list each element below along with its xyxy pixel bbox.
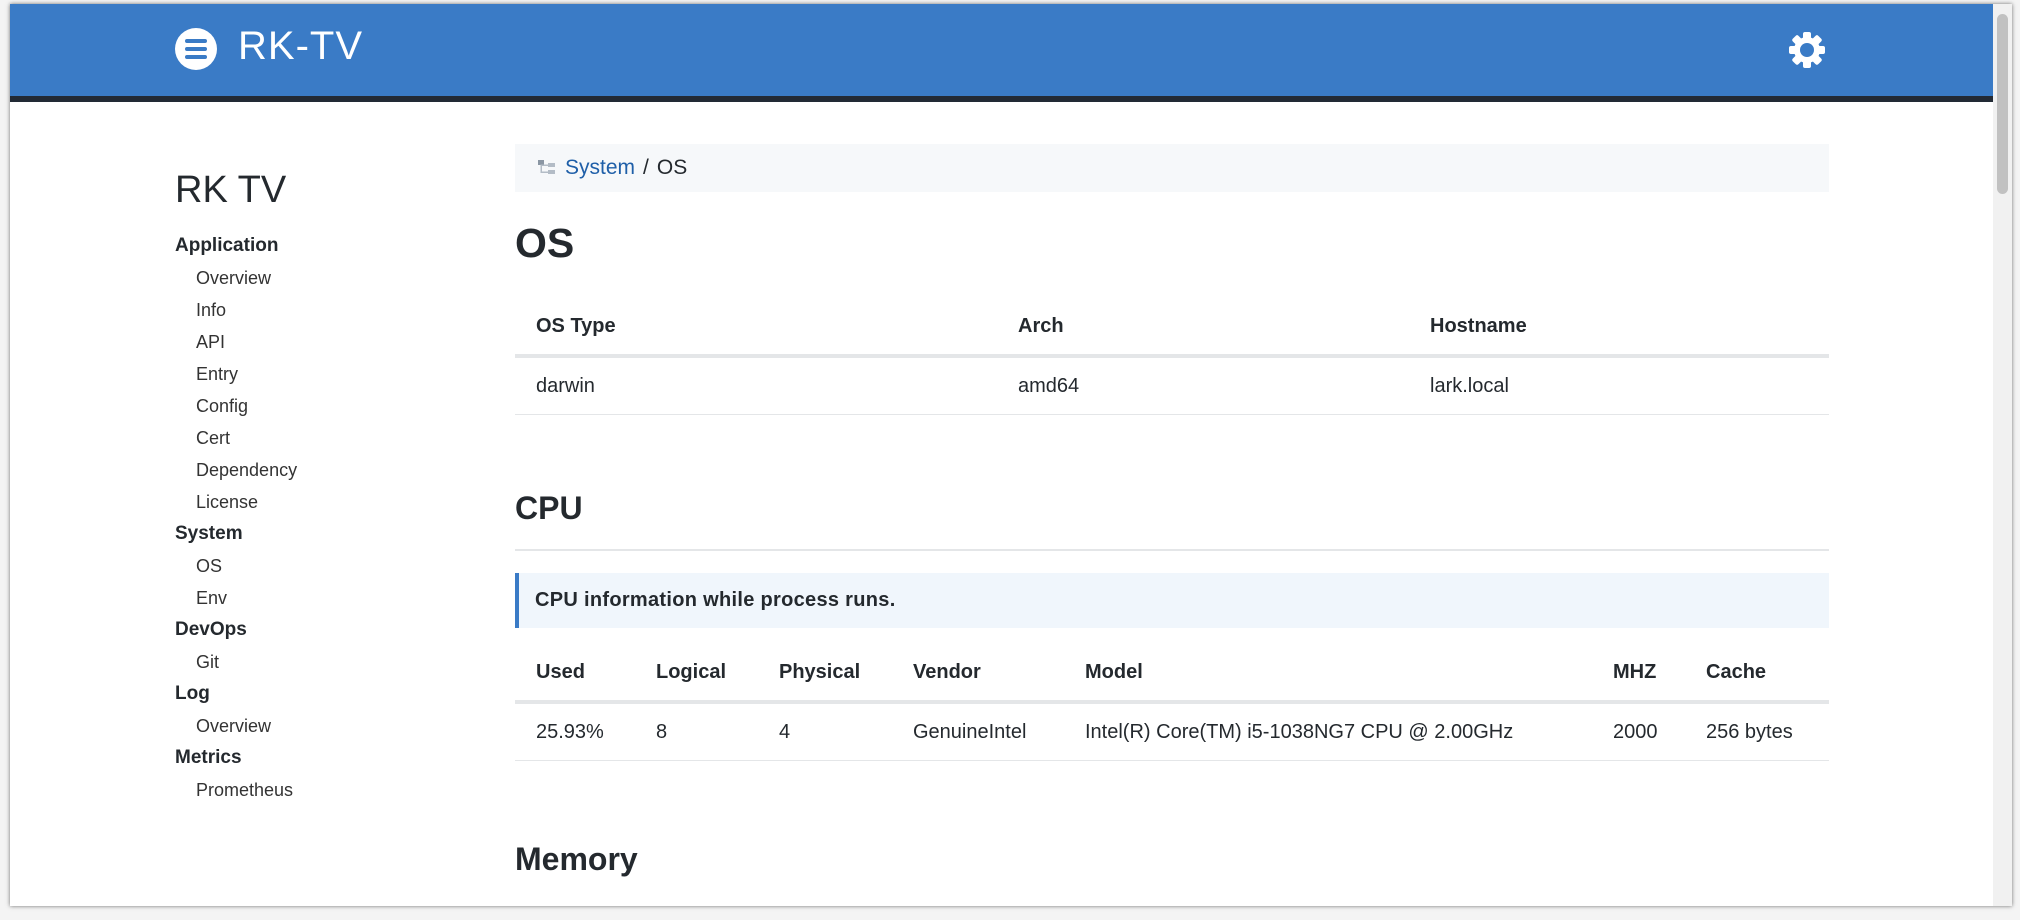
table-cell: Intel(R) Core(TM) i5-1038NG7 CPU @ 2.00G…: [1064, 702, 1592, 761]
breadcrumb: System / OS: [515, 144, 1829, 192]
sidebar: RK TV Application Overview Info API Entr…: [175, 169, 475, 806]
nav-item-log-overview[interactable]: Overview: [175, 710, 475, 742]
nav-item-env[interactable]: Env: [175, 582, 475, 614]
nav-item-dependency[interactable]: Dependency: [175, 454, 475, 486]
cpu-heading: CPU: [515, 490, 1829, 551]
os-table: OS Type Arch Hostname darwin amd64 lark.…: [515, 299, 1829, 415]
cpu-info-callout: CPU information while process runs.: [515, 573, 1829, 628]
cpu-section: CPU CPU information while process runs. …: [515, 490, 1829, 761]
column-header: OS Type: [515, 299, 997, 358]
page-title: OS: [515, 220, 575, 266]
column-header: Hostname: [1409, 299, 1829, 358]
nav-item-config[interactable]: Config: [175, 390, 475, 422]
table-header-row: OS Type Arch Hostname: [515, 299, 1829, 358]
nav-group-application: Application: [175, 235, 279, 256]
nav-item-entry[interactable]: Entry: [175, 358, 475, 390]
column-header: Arch: [997, 299, 1409, 358]
top-navbar: RK-TV: [10, 4, 1993, 102]
nav-group-system: System: [175, 523, 243, 544]
cpu-table: Used Logical Physical Vendor Model MHZ C…: [515, 645, 1829, 761]
memory-heading: Memory: [515, 841, 638, 877]
nav-group-devops: DevOps: [175, 619, 247, 640]
breadcrumb-separator: /: [643, 156, 649, 179]
nav-group-log: Log: [175, 683, 210, 704]
nav-item-info[interactable]: Info: [175, 294, 475, 326]
table-header-row: Used Logical Physical Vendor Model MHZ C…: [515, 645, 1829, 704]
column-header: Logical: [635, 645, 758, 704]
nav-item-cert[interactable]: Cert: [175, 422, 475, 454]
nav-item-license[interactable]: License: [175, 486, 475, 518]
breadcrumb-link-system[interactable]: System: [565, 156, 635, 180]
nav-group-metrics: Metrics: [175, 747, 242, 768]
table-cell: 2000: [1592, 702, 1685, 761]
breadcrumb-current: OS: [656, 156, 688, 179]
menu-icon[interactable]: [175, 28, 217, 70]
column-header: MHZ: [1592, 645, 1685, 704]
gear-icon[interactable]: [1788, 31, 1826, 69]
nav-item-api[interactable]: API: [175, 326, 475, 358]
table-row: 25.93% 8 4 GenuineIntel Intel(R) Core(TM…: [515, 702, 1829, 761]
sitemap-icon: [538, 160, 555, 174]
table-cell: 25.93%: [515, 702, 635, 761]
column-header: Model: [1064, 645, 1592, 704]
scrollbar-thumb[interactable]: [1997, 14, 2008, 194]
main-content: System / OS OS OS Type Arch Hostname dar…: [515, 144, 1829, 878]
table-cell: GenuineIntel: [892, 702, 1064, 761]
table-cell: lark.local: [1409, 356, 1829, 415]
column-header: Physical: [758, 645, 892, 704]
nav-item-git[interactable]: Git: [175, 646, 475, 678]
browser-window: RK-TV RK TV Application Overview Info AP…: [10, 4, 2012, 906]
nav-item-os[interactable]: OS: [175, 550, 475, 582]
vertical-scrollbar[interactable]: [1993, 4, 2012, 906]
brand-title[interactable]: RK-TV: [238, 24, 363, 69]
nav-item-prometheus[interactable]: Prometheus: [175, 774, 475, 806]
column-header: Used: [515, 645, 635, 704]
table-cell: 8: [635, 702, 758, 761]
table-row: darwin amd64 lark.local: [515, 356, 1829, 415]
column-header: Vendor: [892, 645, 1064, 704]
sidebar-title: RK TV: [175, 169, 287, 211]
table-cell: 4: [758, 702, 892, 761]
table-cell: darwin: [515, 356, 997, 415]
nav-item-overview[interactable]: Overview: [175, 262, 475, 294]
table-cell: amd64: [997, 356, 1409, 415]
table-cell: 256 bytes: [1685, 702, 1829, 761]
column-header: Cache: [1685, 645, 1829, 704]
